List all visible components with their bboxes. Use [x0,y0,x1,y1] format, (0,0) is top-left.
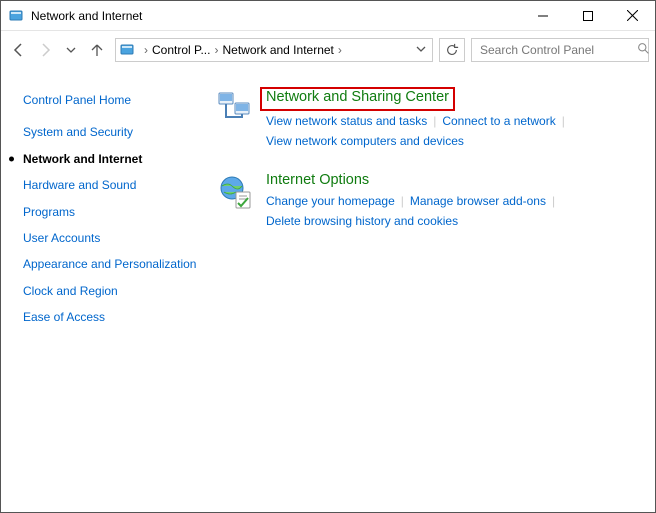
task-link[interactable]: Connect to a network [442,114,555,128]
network-sharing-icon [216,87,256,127]
sidebar-item-system-security[interactable]: System and Security [23,119,198,145]
titlebar: Network and Internet [1,1,655,31]
address-dropdown-icon[interactable] [414,43,428,57]
chevron-right-icon[interactable]: › [140,43,152,57]
task-link[interactable]: Manage browser add-ons [410,194,546,208]
search-input[interactable] [478,42,637,58]
search-box[interactable] [471,38,649,62]
close-button[interactable] [610,1,655,31]
breadcrumb-part[interactable]: Network and Internet [222,43,333,57]
chevron-right-icon[interactable]: › [210,43,222,57]
forward-button[interactable] [33,38,57,62]
address-icon [120,42,136,58]
sidebar-item-appearance[interactable]: Appearance and Personalization [23,251,198,277]
control-panel-icon [9,8,25,24]
sidebar: Control Panel Home System and Security N… [1,69,206,512]
breadcrumb-part[interactable]: Control P... [152,43,210,57]
window-title: Network and Internet [31,9,142,23]
maximize-button[interactable] [565,1,610,31]
up-button[interactable] [85,38,109,62]
category-internet-options: Internet Options Change your homepage|Ma… [216,172,639,232]
task-link[interactable]: Delete browsing history and cookies [266,214,458,228]
refresh-button[interactable] [439,38,465,62]
address-bar[interactable]: › Control P... › Network and Internet › [115,38,433,62]
toolbar: › Control P... › Network and Internet › [1,31,655,69]
back-button[interactable] [7,38,31,62]
search-icon[interactable] [637,42,650,58]
main-content: Network and Sharing Center View network … [206,69,655,512]
category-network-sharing: Network and Sharing Center View network … [216,87,639,152]
internet-options-icon [216,172,256,212]
sidebar-item-ease-of-access[interactable]: Ease of Access [23,304,198,330]
sidebar-item-clock-region[interactable]: Clock and Region [23,278,198,304]
chevron-right-icon[interactable]: › [334,43,346,57]
sidebar-item-programs[interactable]: Programs [23,199,198,225]
minimize-button[interactable] [520,1,565,31]
task-link[interactable]: Change your homepage [266,194,395,208]
sidebar-item-hardware-sound[interactable]: Hardware and Sound [23,172,198,198]
task-link[interactable]: View network computers and devices [266,134,464,148]
sidebar-home[interactable]: Control Panel Home [23,87,198,113]
sidebar-item-user-accounts[interactable]: User Accounts [23,225,198,251]
task-link[interactable]: View network status and tasks [266,114,427,128]
highlight-box: Network and Sharing Center [260,87,455,111]
recent-dropdown[interactable] [59,38,83,62]
category-title-link[interactable]: Network and Sharing Center [266,89,449,105]
sidebar-item-network-internet[interactable]: Network and Internet [23,146,198,172]
category-title-link[interactable]: Internet Options [266,172,369,188]
